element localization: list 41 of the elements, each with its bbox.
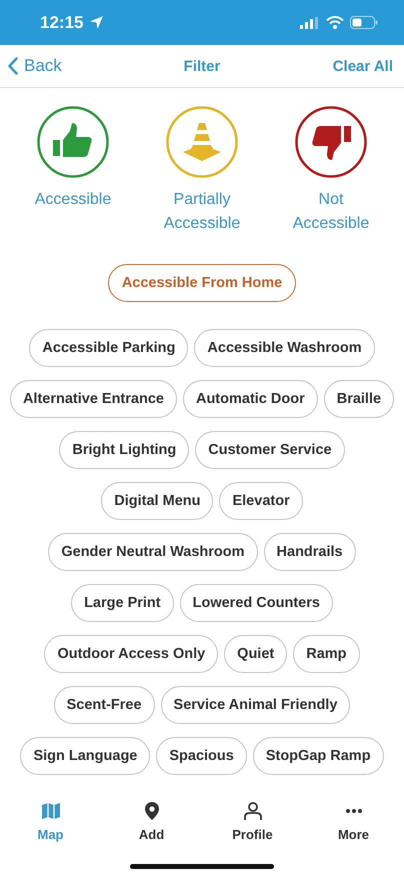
add-tab[interactable]: Add [116, 801, 188, 842]
signal-icon [300, 16, 320, 28]
rating-label: Not Accessible [292, 190, 370, 234]
wifi-icon [326, 16, 344, 29]
more-icon [346, 809, 362, 813]
filter-chip[interactable]: Accessible Washroom [194, 329, 375, 367]
battery-icon [350, 16, 378, 29]
filter-chip[interactable]: Outdoor Access Only [44, 635, 218, 673]
filter-chip[interactable]: StopGap Ramp [252, 737, 384, 775]
chevron-left-icon [8, 57, 18, 75]
filter-chip[interactable]: Sign Language [20, 737, 150, 775]
filter-chip[interactable]: Ramp [293, 635, 360, 673]
filter-chip[interactable]: Bright Lighting [59, 431, 190, 469]
rating-label: Partially Accessible [162, 190, 242, 234]
filter-chip[interactable]: Lowered Counters [180, 584, 333, 622]
thumbs-down-icon[interactable] [295, 106, 367, 178]
filter-chip[interactable]: Quiet [224, 635, 288, 673]
accessible-from-home-chip[interactable]: Accessible From Home [108, 264, 296, 302]
map-icon [40, 801, 60, 821]
filter-chip[interactable]: Digital Menu [101, 482, 214, 520]
filter-chip[interactable]: Large Print [71, 584, 174, 622]
traffic-cone-icon[interactable] [166, 106, 238, 178]
location-arrow-icon [89, 15, 104, 30]
filter-chip[interactable]: Elevator [219, 482, 303, 520]
filter-chip[interactable]: Spacious [156, 737, 247, 775]
filter-chip[interactable]: Gender Neutral Washroom [48, 533, 258, 571]
filter-chip[interactable]: Service Animal Friendly [160, 686, 350, 724]
filter-chip[interactable]: Handrails [264, 533, 356, 571]
filter-chip[interactable]: Alternative Entrance [10, 380, 177, 418]
filter-chip[interactable]: Braille [324, 380, 394, 418]
filter-chip[interactable]: Accessible Parking [29, 329, 188, 367]
more-tab[interactable]: More [318, 801, 390, 842]
rating-label: Accessible [34, 190, 112, 210]
screen-title: Filter [184, 58, 220, 74]
thumbs-up-icon[interactable] [37, 106, 109, 178]
profile-tab[interactable]: Profile [216, 801, 288, 842]
status-time: 12:15 [40, 12, 84, 32]
filter-chip[interactable]: Automatic Door [182, 380, 318, 418]
filter-chip[interactable]: Customer Service [195, 431, 345, 469]
filter-chip[interactable]: Scent-Free [54, 686, 155, 724]
person-icon [242, 801, 262, 821]
